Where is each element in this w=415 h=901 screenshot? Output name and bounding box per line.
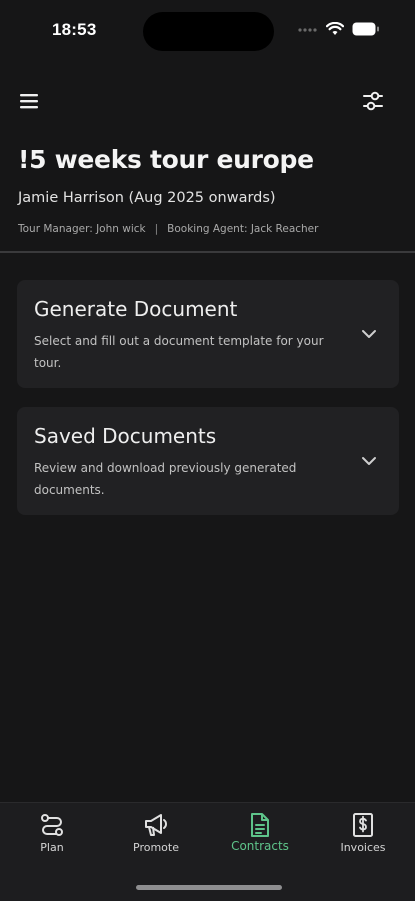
card-description: Review and download previously generated…: [34, 461, 297, 497]
nav-item-contracts[interactable]: Contracts: [208, 803, 312, 873]
chevron-down-icon[interactable]: [360, 452, 378, 470]
nav-item-plan[interactable]: Plan: [0, 803, 104, 873]
wifi-icon: [326, 22, 344, 35]
sliders-icon[interactable]: [360, 88, 386, 114]
battery-icon: [352, 22, 379, 36]
booking-agent: Booking Agent: Jack Reacher: [167, 223, 319, 235]
status-icons: [298, 22, 380, 36]
nav-item-invoices[interactable]: Invoices: [311, 803, 415, 873]
hamburger-menu-icon[interactable]: [18, 90, 42, 112]
saved-documents-card[interactable]: Saved Documents Review and download prev…: [17, 407, 399, 515]
chevron-down-icon[interactable]: [360, 325, 378, 343]
nav-label-plan: Plan: [40, 841, 64, 854]
tour-artist-line: Jamie Harrison (Aug 2025 onwards): [18, 190, 276, 206]
header-divider: [0, 251, 415, 253]
card-title: Saved Documents: [34, 424, 217, 448]
tour-title: !5 weeks tour europe: [18, 145, 314, 174]
dynamic-island: [143, 12, 274, 51]
tour-meta: Tour Manager: John wick | Booking Agent:…: [18, 223, 318, 235]
nav-label-promote: Promote: [133, 841, 179, 854]
document-icon: [251, 813, 269, 837]
tour-manager: Tour Manager: John wick: [18, 223, 146, 235]
status-time: 18:53: [52, 20, 97, 39]
app-header: [0, 80, 415, 120]
meta-separator: |: [154, 223, 159, 235]
status-bar: 18:53: [0, 0, 415, 60]
nav-label-contracts: Contracts: [231, 839, 289, 853]
cellular-signal-icon: [298, 28, 317, 32]
nav-label-invoices: Invoices: [340, 841, 386, 854]
nav-item-promote[interactable]: Promote: [104, 803, 208, 873]
card-title: Generate Document: [34, 297, 238, 321]
home-indicator[interactable]: [136, 885, 282, 890]
card-description: Select and fill out a document template …: [34, 334, 324, 370]
generate-document-card[interactable]: Generate Document Select and fill out a …: [17, 280, 399, 388]
route-icon: [41, 814, 63, 836]
megaphone-icon: [145, 814, 167, 836]
dollar-receipt-icon: [353, 813, 373, 837]
